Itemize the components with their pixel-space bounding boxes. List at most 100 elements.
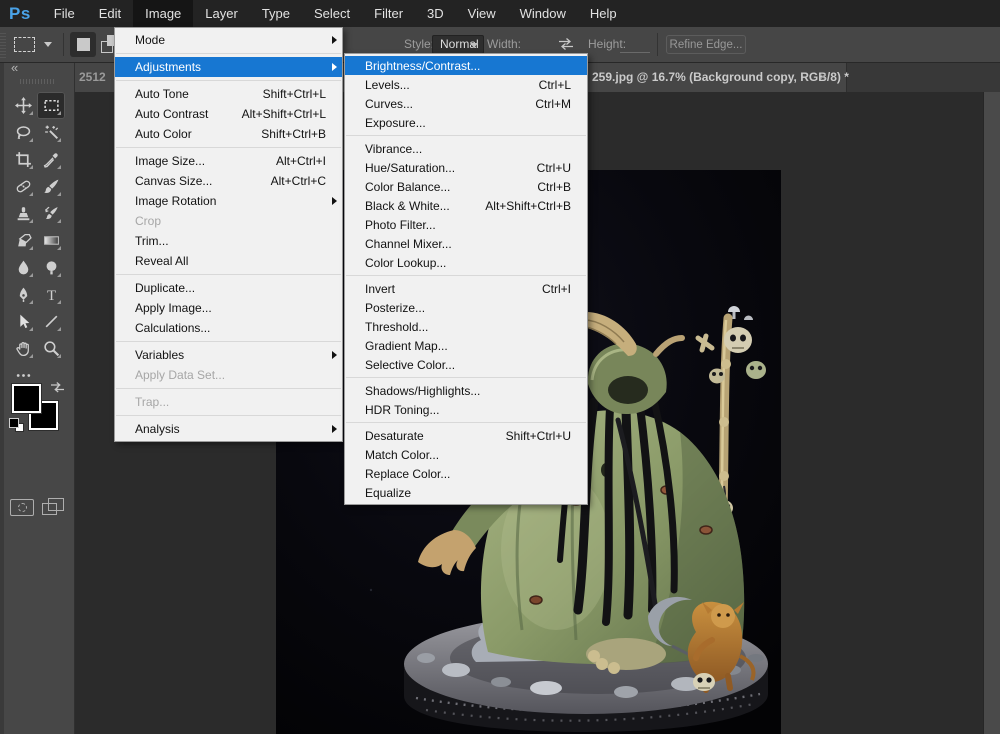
adjustments-submenu: Brightness/Contrast... Levels... Ctrl+L … bbox=[344, 53, 588, 505]
options-bar-grip[interactable] bbox=[0, 31, 6, 58]
menu-item-invert[interactable]: Invert Ctrl+I bbox=[345, 279, 587, 298]
menu-item-black-white[interactable]: Black & White... Alt+Shift+Ctrl+B bbox=[345, 196, 587, 215]
gradient-tool[interactable] bbox=[37, 227, 65, 254]
document-title-prefix: 2512 bbox=[79, 62, 106, 92]
gradient-icon bbox=[43, 232, 60, 249]
menu-item-curves[interactable]: Curves... Ctrl+M bbox=[345, 94, 587, 113]
type-tool[interactable]: T bbox=[37, 281, 65, 308]
menu-item-analysis[interactable]: Analysis bbox=[115, 419, 342, 439]
menu-separator bbox=[346, 135, 586, 136]
menu-item-duplicate[interactable]: Duplicate... bbox=[115, 278, 342, 298]
eraser-icon bbox=[15, 232, 32, 249]
move-tool[interactable] bbox=[9, 92, 37, 119]
menu-item-reveal-all[interactable]: Reveal All bbox=[115, 251, 342, 271]
swap-dimensions-icon[interactable] bbox=[558, 37, 574, 51]
line-tool[interactable] bbox=[37, 308, 65, 335]
menu-item-canvas-size[interactable]: Canvas Size... Alt+Ctrl+C bbox=[115, 171, 342, 191]
menu-view[interactable]: View bbox=[456, 0, 508, 27]
menu-item-vibrance[interactable]: Vibrance... bbox=[345, 139, 587, 158]
right-dock-strip[interactable] bbox=[983, 92, 1000, 734]
zoom-tool[interactable] bbox=[37, 335, 65, 362]
healing-brush-icon bbox=[15, 178, 32, 195]
menu-item-replace-color[interactable]: Replace Color... bbox=[345, 464, 587, 483]
height-input[interactable] bbox=[620, 52, 650, 53]
default-colors-icon[interactable] bbox=[9, 418, 24, 431]
menu-item-gradient-map[interactable]: Gradient Map... bbox=[345, 336, 587, 355]
magic-wand-tool[interactable] bbox=[37, 119, 65, 146]
eraser-tool[interactable] bbox=[9, 227, 37, 254]
submenu-arrow-icon bbox=[332, 63, 337, 71]
crop-tool[interactable] bbox=[9, 146, 37, 173]
menu-item-selective-color[interactable]: Selective Color... bbox=[345, 355, 587, 374]
swap-colors-icon[interactable] bbox=[50, 381, 65, 394]
menu-type[interactable]: Type bbox=[250, 0, 302, 27]
close-tab-icon[interactable]: × bbox=[815, 62, 831, 92]
style-dropdown[interactable]: Normal bbox=[432, 35, 484, 54]
eyedropper-tool[interactable] bbox=[37, 146, 65, 173]
tool-preset-picker[interactable] bbox=[14, 35, 60, 54]
menu-item-auto-contrast[interactable]: Auto Contrast Alt+Shift+Ctrl+L bbox=[115, 104, 342, 124]
menu-select[interactable]: Select bbox=[302, 0, 362, 27]
menu-item-color-balance[interactable]: Color Balance... Ctrl+B bbox=[345, 177, 587, 196]
refine-edge-button[interactable]: Refine Edge... bbox=[666, 35, 746, 54]
divider bbox=[63, 33, 64, 56]
menu-item-photo-filter[interactable]: Photo Filter... bbox=[345, 215, 587, 234]
quick-mask-button[interactable] bbox=[10, 499, 34, 516]
menu-item-calculations[interactable]: Calculations... bbox=[115, 318, 342, 338]
healing-brush-tool[interactable] bbox=[9, 173, 37, 200]
menu-item-variables[interactable]: Variables bbox=[115, 345, 342, 365]
clone-stamp-tool[interactable] bbox=[9, 200, 37, 227]
menu-item-crop[interactable]: Crop bbox=[115, 211, 342, 231]
document-title: 259.jpg @ 16.7% (Background copy, RGB/8)… bbox=[592, 62, 849, 92]
new-selection-button[interactable] bbox=[70, 32, 96, 57]
menu-item-apply-data-set[interactable]: Apply Data Set... bbox=[115, 365, 342, 385]
pen-tool[interactable] bbox=[9, 281, 37, 308]
menu-3d[interactable]: 3D bbox=[415, 0, 456, 27]
menu-item-threshold[interactable]: Threshold... bbox=[345, 317, 587, 336]
menu-item-adjustments[interactable]: Adjustments bbox=[115, 57, 342, 77]
menu-item-apply-image[interactable]: Apply Image... bbox=[115, 298, 342, 318]
menu-layer[interactable]: Layer bbox=[193, 0, 250, 27]
menu-item-desaturate[interactable]: Desaturate Shift+Ctrl+U bbox=[345, 426, 587, 445]
hand-tool[interactable] bbox=[9, 335, 37, 362]
menu-item-auto-tone[interactable]: Auto Tone Shift+Ctrl+L bbox=[115, 84, 342, 104]
menu-item-hue-saturation[interactable]: Hue/Saturation... Ctrl+U bbox=[345, 158, 587, 177]
menu-filter[interactable]: Filter bbox=[362, 0, 415, 27]
menu-item-image-rotation[interactable]: Image Rotation bbox=[115, 191, 342, 211]
menu-file[interactable]: File bbox=[42, 0, 87, 27]
rectangular-marquee-tool[interactable] bbox=[37, 92, 65, 119]
menu-edit[interactable]: Edit bbox=[87, 0, 133, 27]
foreground-color-swatch[interactable] bbox=[12, 384, 41, 413]
menu-item-image-size[interactable]: Image Size... Alt+Ctrl+I bbox=[115, 151, 342, 171]
menu-item-trap[interactable]: Trap... bbox=[115, 392, 342, 412]
image-menu: Mode Adjustments Auto Tone Shift+Ctrl+L … bbox=[114, 27, 343, 442]
lasso-tool[interactable] bbox=[9, 119, 37, 146]
magic-wand-icon bbox=[43, 124, 60, 141]
menu-item-color-lookup[interactable]: Color Lookup... bbox=[345, 253, 587, 272]
menu-item-brightness-contrast[interactable]: Brightness/Contrast... bbox=[345, 56, 587, 75]
screen-mode-button[interactable] bbox=[42, 498, 68, 516]
blur-tool[interactable] bbox=[9, 254, 37, 281]
menu-help[interactable]: Help bbox=[578, 0, 629, 27]
menu-item-mode[interactable]: Mode bbox=[115, 30, 342, 50]
tools-panel-header: « bbox=[0, 62, 74, 77]
dodge-tool[interactable] bbox=[37, 254, 65, 281]
tools-panel-grip[interactable] bbox=[20, 79, 54, 84]
menu-item-trim[interactable]: Trim... bbox=[115, 231, 342, 251]
menu-image[interactable]: Image bbox=[133, 0, 193, 27]
menu-item-hdr-toning[interactable]: HDR Toning... bbox=[345, 400, 587, 419]
path-selection-tool[interactable] bbox=[9, 308, 37, 335]
menu-item-shadows-highlights[interactable]: Shadows/Highlights... bbox=[345, 381, 587, 400]
menu-item-auto-color[interactable]: Auto Color Shift+Ctrl+B bbox=[115, 124, 342, 144]
menu-item-match-color[interactable]: Match Color... bbox=[345, 445, 587, 464]
submenu-arrow-icon bbox=[332, 425, 337, 433]
menu-item-exposure[interactable]: Exposure... bbox=[345, 113, 587, 132]
menu-item-posterize[interactable]: Posterize... bbox=[345, 298, 587, 317]
menu-item-levels[interactable]: Levels... Ctrl+L bbox=[345, 75, 587, 94]
menu-window[interactable]: Window bbox=[508, 0, 578, 27]
menu-item-equalize[interactable]: Equalize bbox=[345, 483, 587, 502]
brush-tool[interactable] bbox=[37, 173, 65, 200]
menu-item-channel-mixer[interactable]: Channel Mixer... bbox=[345, 234, 587, 253]
history-brush-tool[interactable] bbox=[37, 200, 65, 227]
menu-separator bbox=[346, 275, 586, 276]
